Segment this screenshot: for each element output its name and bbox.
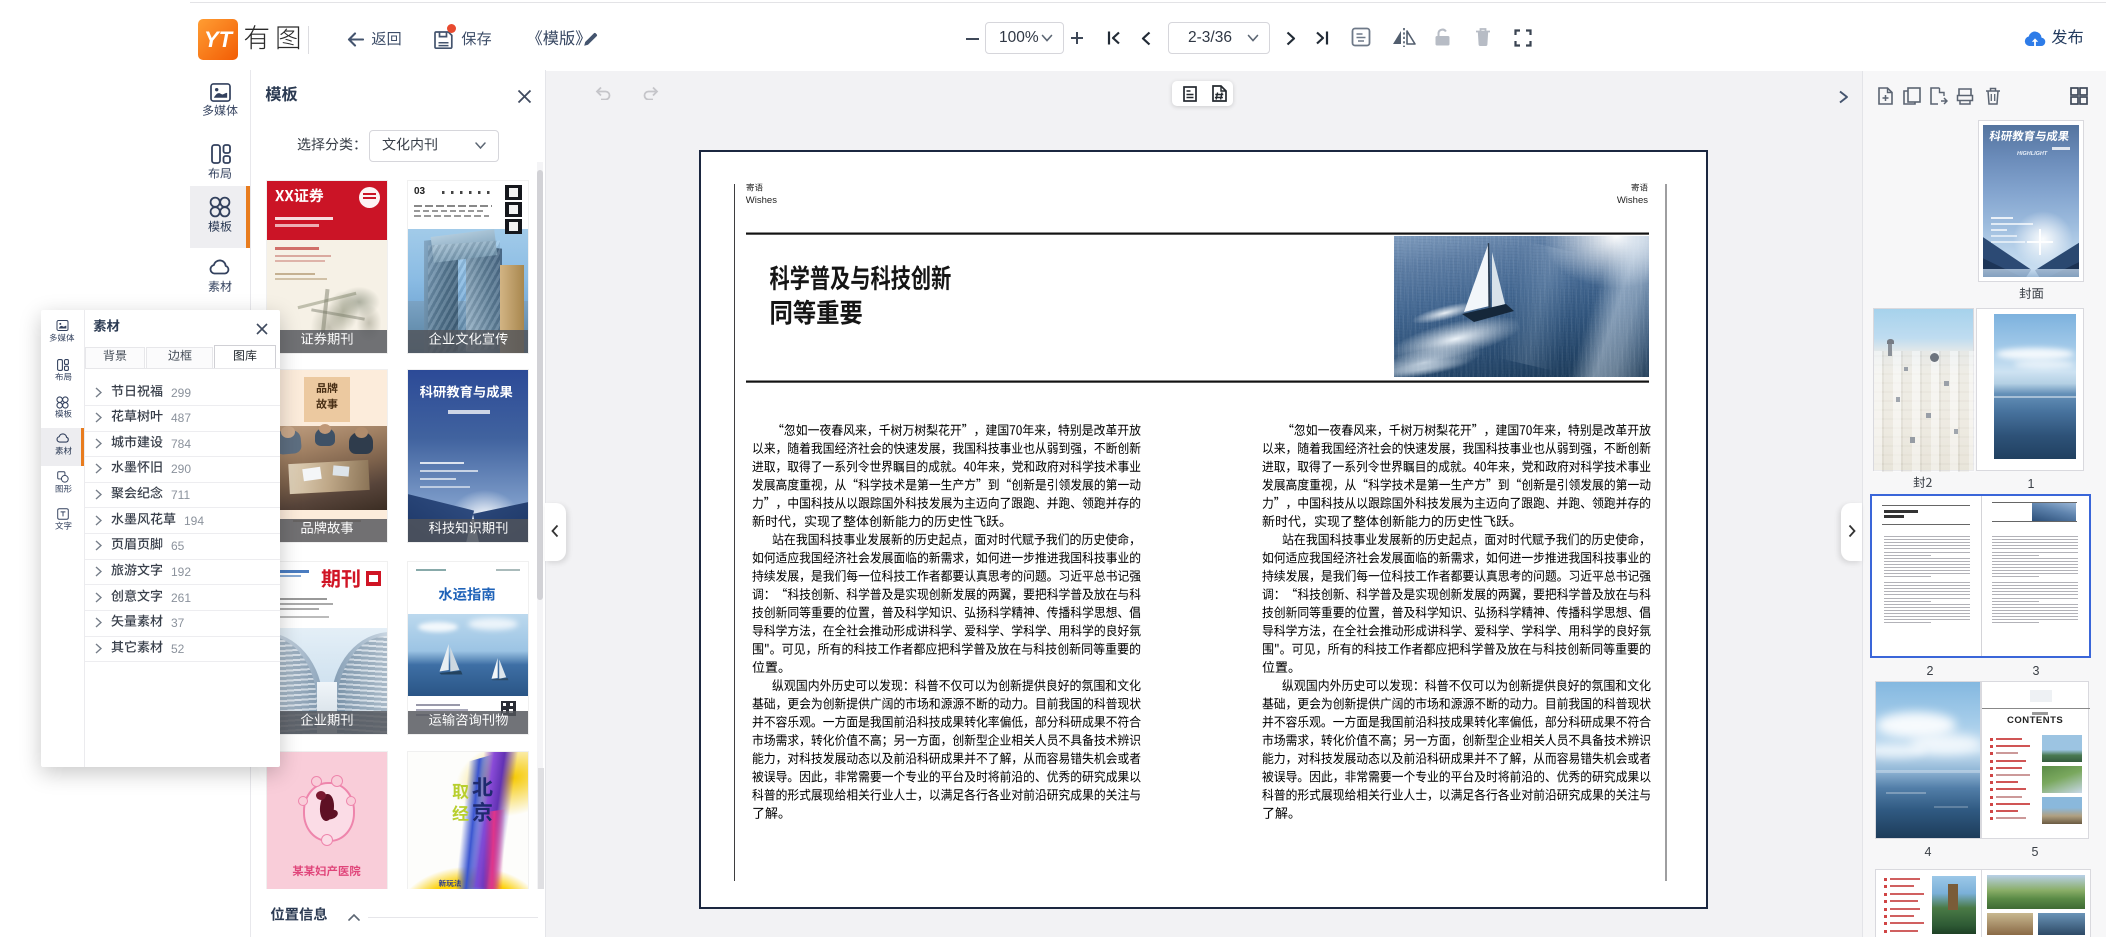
svg-text:Wishes: Wishes	[1617, 195, 1648, 206]
svg-text:Wishes: Wishes	[746, 195, 777, 206]
